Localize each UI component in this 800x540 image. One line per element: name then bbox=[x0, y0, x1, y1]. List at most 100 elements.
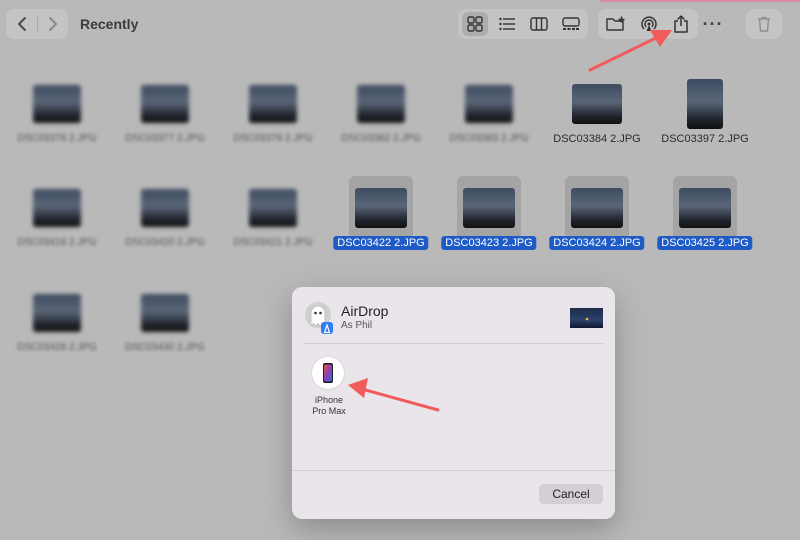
more-button[interactable]: ··· bbox=[700, 12, 726, 36]
file-item[interactable]: DSC03421 2.JPG bbox=[219, 170, 327, 270]
navigation-group bbox=[6, 9, 68, 39]
forward-button[interactable] bbox=[37, 9, 68, 39]
airdrop-device-label: iPhone Pro Max bbox=[304, 395, 354, 417]
chevron-left-icon bbox=[17, 17, 26, 31]
list-view-button[interactable] bbox=[494, 12, 520, 36]
file-thumbnail-frame bbox=[673, 176, 737, 240]
photo-thumbnail bbox=[249, 189, 297, 227]
file-item[interactable]: DSC03379 2.JPG bbox=[219, 66, 327, 166]
new-folder-button[interactable] bbox=[603, 12, 629, 36]
photo-thumbnail bbox=[357, 85, 405, 123]
file-item[interactable]: DSC03378 2.JPG bbox=[3, 66, 111, 166]
file-thumbnail-frame bbox=[357, 85, 405, 123]
file-thumbnail-frame bbox=[141, 294, 189, 332]
airdrop-sender: As Phil bbox=[341, 320, 373, 331]
airdrop-dialog: AirDrop As Phil iPhone Pro Max Cancel bbox=[292, 287, 615, 519]
file-name-label: DSC03425 2.JPG bbox=[657, 236, 753, 250]
file-name-label: DSC03423 2.JPG bbox=[441, 236, 537, 250]
file-item[interactable]: DSC03418 2.JPG bbox=[3, 170, 111, 270]
file-item[interactable]: DSC03428 2.JPG bbox=[3, 275, 111, 375]
grid-view-button[interactable] bbox=[462, 12, 488, 36]
list-view-icon bbox=[499, 17, 515, 31]
file-thumbnail-frame bbox=[465, 85, 513, 123]
action-group bbox=[598, 9, 698, 39]
photo-thumbnail bbox=[33, 294, 81, 332]
photo-thumbnail bbox=[465, 85, 513, 123]
file-item[interactable]: DSC03423 2.JPG bbox=[435, 170, 543, 270]
photo-thumbnail bbox=[572, 84, 622, 124]
window-edge bbox=[600, 0, 800, 2]
file-thumbnail-frame bbox=[349, 176, 413, 240]
file-name-label: DSC03420 2.JPG bbox=[125, 237, 205, 248]
file-item[interactable]: DSC03420 2.JPG bbox=[111, 170, 219, 270]
back-button[interactable] bbox=[6, 9, 37, 39]
file-thumbnail-frame bbox=[687, 79, 723, 129]
file-thumbnail-frame bbox=[565, 176, 629, 240]
cancel-button[interactable]: Cancel bbox=[539, 484, 603, 504]
file-thumbnail-frame bbox=[249, 85, 297, 123]
file-thumbnail-frame bbox=[249, 189, 297, 227]
dialog-divider bbox=[304, 343, 603, 344]
photo-thumbnail bbox=[33, 189, 81, 227]
file-name-label: DSC03384 2.JPG bbox=[553, 133, 641, 145]
app-badge-icon bbox=[321, 322, 333, 334]
share-icon bbox=[674, 15, 688, 33]
file-thumbnail-frame bbox=[141, 85, 189, 123]
file-name-label: DSC03430 2.JPG bbox=[125, 342, 205, 353]
file-name-label: DSC03428 2.JPG bbox=[17, 342, 97, 353]
file-item[interactable]: DSC03384 2.JPG bbox=[543, 66, 651, 166]
airdrop-device-iphone[interactable] bbox=[312, 357, 344, 389]
file-name-label: DSC03377 2.JPG bbox=[125, 133, 205, 144]
file-name-label: DSC03422 2.JPG bbox=[333, 236, 429, 250]
chevron-right-icon bbox=[48, 17, 57, 31]
photo-thumbnail bbox=[141, 294, 189, 332]
file-item[interactable]: DSC03383 2.JPG bbox=[435, 66, 543, 166]
file-item[interactable]: DSC03430 2.JPG bbox=[111, 275, 219, 375]
file-name-label: DSC03382 2.JPG bbox=[341, 133, 421, 144]
column-view-icon bbox=[530, 17, 548, 31]
file-item[interactable]: DSC03377 2.JPG bbox=[111, 66, 219, 166]
file-thumbnail-frame bbox=[572, 84, 622, 124]
photo-thumbnail bbox=[571, 188, 623, 228]
photo-thumbnail bbox=[141, 85, 189, 123]
device-name-line1: iPhone bbox=[314, 395, 344, 405]
file-thumbnail-frame bbox=[33, 189, 81, 227]
file-item[interactable]: DSC03425 2.JPG bbox=[651, 170, 759, 270]
gallery-view-button[interactable] bbox=[558, 12, 584, 36]
device-name-line2: Pro Max bbox=[312, 406, 346, 416]
share-button[interactable] bbox=[668, 12, 694, 36]
file-item[interactable]: DSC03382 2.JPG bbox=[327, 66, 435, 166]
file-name-label: DSC03378 2.JPG bbox=[17, 133, 97, 144]
photo-thumbnail bbox=[679, 188, 731, 228]
file-name-label: DSC03379 2.JPG bbox=[233, 133, 313, 144]
photo-thumbnail bbox=[249, 85, 297, 123]
gallery-view-icon bbox=[562, 17, 580, 30]
grid-view-icon bbox=[467, 16, 483, 32]
new-folder-icon bbox=[606, 16, 625, 31]
airdrop-icon bbox=[641, 16, 657, 31]
file-thumbnail-frame bbox=[33, 294, 81, 332]
trash-icon bbox=[758, 16, 770, 32]
file-name-label: DSC03383 2.JPG bbox=[449, 133, 529, 144]
file-item[interactable]: DSC03424 2.JPG bbox=[543, 170, 651, 270]
file-thumbnail-frame bbox=[141, 189, 189, 227]
iphone-icon bbox=[323, 363, 333, 383]
airdrop-button[interactable] bbox=[636, 12, 662, 36]
view-mode-group bbox=[458, 9, 588, 39]
file-item[interactable]: DSC03422 2.JPG bbox=[327, 170, 435, 270]
file-name-label: DSC03424 2.JPG bbox=[549, 236, 645, 250]
photo-thumbnail bbox=[463, 188, 515, 228]
file-thumbnail-frame bbox=[457, 176, 521, 240]
window-title: Recently bbox=[80, 16, 139, 32]
finder-toolbar: Recently ··· bbox=[0, 0, 800, 50]
photo-thumbnail bbox=[355, 188, 407, 228]
dialog-footer-divider bbox=[292, 470, 615, 471]
file-name-label: DSC03418 2.JPG bbox=[17, 237, 97, 248]
trash-button[interactable] bbox=[746, 9, 782, 39]
file-item[interactable]: DSC03397 2.JPG bbox=[651, 66, 759, 166]
photo-thumbnail bbox=[687, 79, 723, 129]
file-name-label: DSC03397 2.JPG bbox=[661, 133, 749, 145]
photo-thumbnail bbox=[33, 85, 81, 123]
column-view-button[interactable] bbox=[526, 12, 552, 36]
shared-photo-preview bbox=[570, 308, 603, 328]
